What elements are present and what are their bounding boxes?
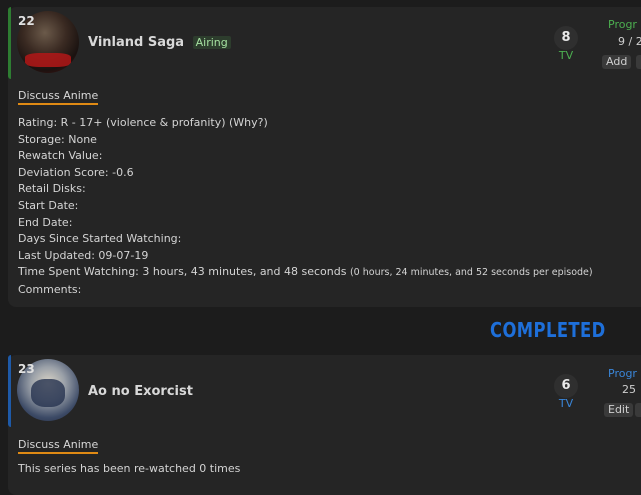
edit-button[interactable]: Edit: [604, 403, 634, 417]
last-updated-line: Last Updated: 09-07-19: [18, 248, 149, 262]
discuss-anime-link[interactable]: Discuss Anime: [18, 438, 99, 454]
airing-badge: Airing: [192, 36, 231, 49]
rewatch-value-line: Rewatch Value:: [18, 149, 103, 163]
more-button[interactable]: [636, 55, 641, 69]
score-badge: 8: [554, 26, 578, 50]
rewatch-count-line: This series has been re-watched 0 times: [18, 462, 241, 475]
status-accent-bar: [8, 355, 11, 427]
comments-line: Comments:: [18, 282, 82, 296]
entry-details: Rating: R - 17+ (violence & profanity) (…: [18, 115, 593, 299]
anime-title[interactable]: Ao no Exorcist: [88, 384, 193, 399]
retail-disks-line: Retail Disks:: [18, 182, 86, 196]
end-date-line: End Date:: [18, 215, 73, 229]
progress-value: 25: [622, 383, 636, 396]
progress-value: 9 / 2: [618, 35, 641, 48]
storage-line: Storage: None: [18, 132, 97, 146]
time-spent-text: Time Spent Watching: 3 hours, 43 minutes…: [18, 265, 347, 279]
rating-line: Rating: R - 17+ (violence & profanity) (…: [18, 116, 268, 129]
progress-label: Progr: [608, 367, 637, 380]
time-per-episode: (0 hours, 24 minutes, and 52 seconds per…: [349, 267, 593, 279]
anime-entry-card: 22 Vinland Saga Airing 8 TV Progr 9 / 2 …: [8, 7, 641, 307]
deviation-score-line: Deviation Score: -0.6: [18, 165, 134, 179]
media-type: TV: [558, 397, 574, 410]
time-spent-line: Time Spent Watching: 3 hours, 43 minutes…: [18, 264, 593, 282]
days-watching-line: Days Since Started Watching:: [18, 232, 182, 246]
discuss-anime-link[interactable]: Discuss Anime: [18, 89, 99, 105]
rank-number: 22: [18, 14, 35, 28]
add-episode-button[interactable]: Add: [602, 55, 632, 69]
rank-number: 23: [18, 362, 35, 376]
anime-title-text[interactable]: Vinland Saga: [88, 35, 184, 50]
progress-label: Progr: [608, 18, 637, 31]
more-button[interactable]: [635, 403, 641, 417]
status-accent-bar: [8, 7, 11, 79]
section-heading-completed: COMPLETED: [490, 318, 606, 342]
start-date-line: Start Date:: [18, 198, 79, 212]
score-badge: 6: [554, 374, 578, 398]
anime-entry-card: 23 Ao no Exorcist 6 TV Progr 25 Edit Dis…: [8, 355, 641, 495]
anime-title[interactable]: Vinland Saga Airing: [88, 35, 231, 50]
media-type: TV: [558, 49, 574, 62]
